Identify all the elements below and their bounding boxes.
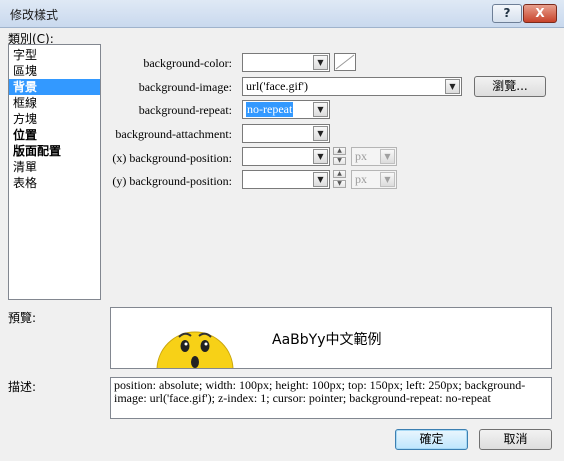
spin-down-icon[interactable]: ▼ [333, 157, 346, 165]
x-position-spinner[interactable]: ▲ ▼ [333, 147, 347, 166]
y-unit-select[interactable]: px ▼ [351, 170, 397, 189]
description-label: 描述: [8, 380, 37, 394]
spin-up-icon[interactable]: ▲ [333, 170, 346, 178]
color-picker-button[interactable] [334, 53, 356, 71]
background-attachment-label: background-attachment: [115, 127, 232, 141]
chevron-down-icon[interactable]: ▼ [380, 149, 395, 164]
color-swatch-icon [335, 54, 355, 70]
spin-down-icon[interactable]: ▼ [333, 180, 346, 188]
background-repeat-label: background-repeat: [138, 103, 232, 117]
category-item[interactable]: 清單 [9, 159, 100, 175]
background-repeat-select[interactable]: no-repeat ▼ [242, 100, 330, 119]
background-attachment-select[interactable]: ▼ [242, 124, 330, 143]
chevron-down-icon[interactable]: ▼ [313, 55, 328, 70]
category-item[interactable]: 表格 [9, 175, 100, 191]
ok-button[interactable]: 確定 [395, 429, 468, 450]
chevron-down-icon[interactable]: ▼ [313, 172, 328, 187]
face-image-icon [156, 331, 234, 368]
y-position-select[interactable]: ▼ [242, 170, 330, 189]
spin-up-icon[interactable]: ▲ [333, 147, 346, 155]
x-unit-select[interactable]: px ▼ [351, 147, 397, 166]
category-item[interactable]: 區塊 [9, 63, 100, 79]
description-text: position: absolute; width: 100px; height… [110, 377, 552, 419]
chevron-down-icon[interactable]: ▼ [313, 149, 328, 164]
category-item[interactable]: 位置 [9, 127, 100, 143]
cancel-button[interactable]: 取消 [479, 429, 552, 450]
chevron-down-icon[interactable]: ▼ [445, 79, 460, 94]
category-item[interactable]: 方塊 [9, 111, 100, 127]
x-position-label: (x) background-position: [112, 151, 232, 165]
close-button[interactable]: X [523, 4, 557, 23]
y-position-spinner[interactable]: ▲ ▼ [333, 170, 347, 189]
x-position-select[interactable]: ▼ [242, 147, 330, 166]
background-image-select[interactable]: url('face.gif') ▼ [242, 77, 462, 96]
background-image-label: background-image: [138, 80, 232, 94]
category-list[interactable]: 字型 區塊 背景 框線 方塊 位置 版面配置 清單 表格 [8, 44, 101, 300]
title-bar: 修改樣式 ? X [0, 0, 564, 28]
browse-button[interactable]: 瀏覽... [474, 76, 546, 97]
help-button[interactable]: ? [492, 4, 522, 23]
preview-label: 預覽: [8, 311, 37, 325]
y-position-label: (y) background-position: [112, 174, 232, 188]
chevron-down-icon[interactable]: ▼ [313, 102, 328, 117]
preview-pane: AaBbYy中文範例 [110, 307, 552, 369]
window-title: 修改樣式 [10, 8, 59, 22]
category-item[interactable]: 框線 [9, 95, 100, 111]
background-color-label: background-color: [143, 56, 232, 70]
chevron-down-icon[interactable]: ▼ [380, 172, 395, 187]
category-item[interactable]: 背景 [9, 79, 100, 95]
background-color-select[interactable]: ▼ [242, 53, 330, 72]
category-item[interactable]: 版面配置 [9, 143, 100, 159]
chevron-down-icon[interactable]: ▼ [313, 126, 328, 141]
preview-sample-text: AaBbYy中文範例 [272, 332, 382, 348]
category-item[interactable]: 字型 [9, 47, 100, 63]
